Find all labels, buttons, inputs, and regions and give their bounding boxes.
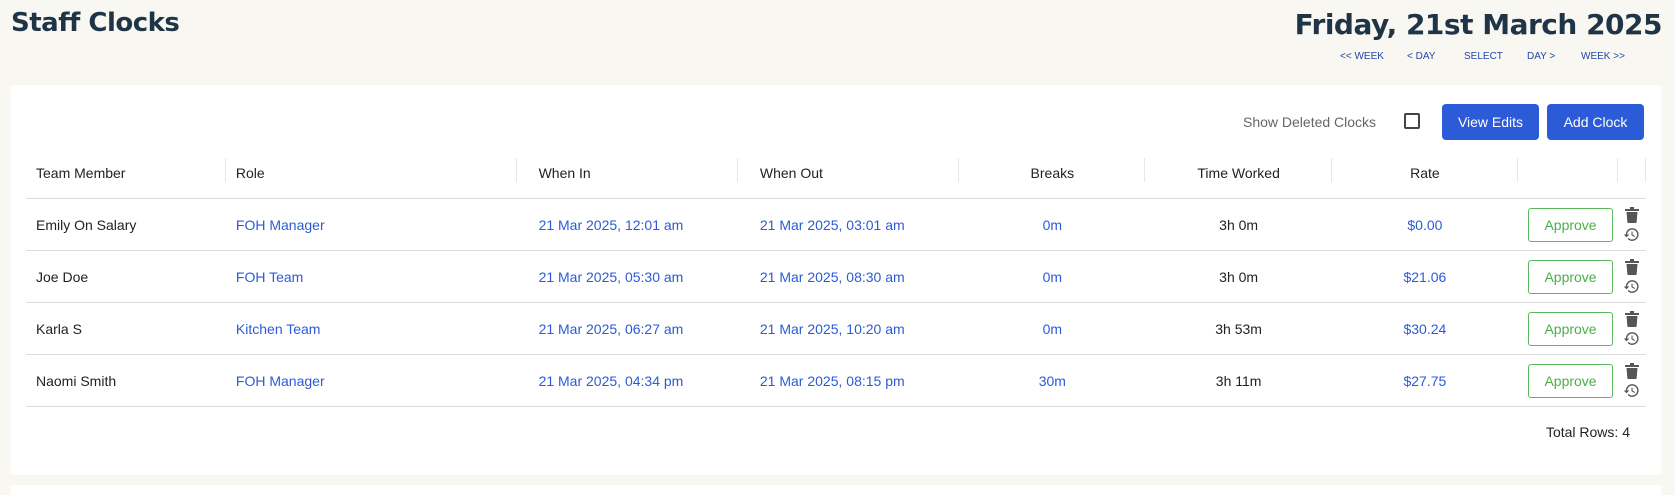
table-row: Emily On Salary FOH Manager 21 Mar 2025, 1… xyxy=(26,198,1646,251)
current-date: Friday, 21st March 2025 xyxy=(1294,8,1663,41)
approve-button[interactable]: Approve xyxy=(1528,207,1614,242)
cell-rate[interactable]: $27.75 xyxy=(1331,354,1519,407)
cell-breaks[interactable]: 0m xyxy=(959,198,1146,251)
column-rate[interactable]: Rate xyxy=(1331,148,1519,199)
prev-week-link[interactable]: << WEEK xyxy=(1340,51,1384,62)
cell-rate[interactable]: $30.24 xyxy=(1331,302,1519,355)
show-deleted-checkbox[interactable] xyxy=(1404,113,1420,129)
column-when-out[interactable]: When Out xyxy=(737,148,960,199)
trash-icon[interactable] xyxy=(1624,310,1639,327)
cell-when-out[interactable]: 21 Mar 2025, 08:30 am xyxy=(737,250,960,303)
cell-team-member: Naomi Smith xyxy=(26,354,226,407)
cell-team-member: Karla S xyxy=(26,302,226,355)
cell-approve: Approve xyxy=(1518,250,1618,303)
cell-approve: Approve xyxy=(1518,302,1618,355)
column-breaks[interactable]: Breaks xyxy=(959,148,1146,199)
column-time-worked[interactable]: Time Worked xyxy=(1145,148,1332,199)
cell-role[interactable]: Kitchen Team xyxy=(225,302,517,355)
table-header-row: Team Member Role When In When Out Breaks… xyxy=(26,148,1646,199)
table-row: Joe Doe FOH Team 21 Mar 2025, 05:30 am 21 M… xyxy=(26,250,1646,303)
cell-actions xyxy=(1617,250,1646,303)
cell-role[interactable]: FOH Manager xyxy=(225,198,517,251)
cell-time-worked: 3h 0m xyxy=(1145,198,1332,251)
prev-day-link[interactable]: < DAY xyxy=(1407,51,1435,62)
approve-button[interactable]: Approve xyxy=(1528,259,1614,294)
next-day-link[interactable]: DAY > xyxy=(1527,51,1555,62)
column-when-in[interactable]: When In xyxy=(516,148,738,199)
column-approve xyxy=(1518,148,1618,199)
trash-icon[interactable] xyxy=(1624,206,1639,223)
select-date-link[interactable]: SELECT xyxy=(1464,51,1503,62)
cell-breaks[interactable]: 30m xyxy=(959,354,1146,407)
cell-actions xyxy=(1617,354,1646,407)
cell-role[interactable]: FOH Manager xyxy=(225,354,517,407)
table-row: Naomi Smith FOH Manager 21 Mar 2025, 04:34… xyxy=(26,354,1646,407)
view-edits-button[interactable]: View Edits xyxy=(1442,104,1539,140)
next-panel-edge xyxy=(11,485,1661,495)
trash-icon[interactable] xyxy=(1624,258,1639,275)
date-navigation: << WEEK < DAY SELECT DAY > WEEK >> xyxy=(1340,51,1660,65)
show-deleted-label: Show Deleted Clocks xyxy=(1243,114,1377,130)
table-row: Karla S Kitchen Team 21 Mar 2025, 06:27 am… xyxy=(26,302,1646,355)
history-icon[interactable] xyxy=(1623,382,1640,399)
cell-when-out[interactable]: 21 Mar 2025, 08:15 pm xyxy=(737,354,960,407)
cell-time-worked: 3h 0m xyxy=(1145,250,1332,303)
cell-team-member: Joe Doe xyxy=(26,250,226,303)
column-team-member[interactable]: Team Member xyxy=(26,148,226,199)
column-role[interactable]: Role xyxy=(225,148,517,199)
total-rows: Total Rows: 4 xyxy=(1545,424,1630,440)
next-week-link[interactable]: WEEK >> xyxy=(1581,51,1625,62)
cell-team-member: Emily On Salary xyxy=(26,198,226,251)
history-icon[interactable] xyxy=(1623,226,1640,243)
cell-when-in[interactable]: 21 Mar 2025, 05:30 am xyxy=(516,250,738,303)
add-clock-button[interactable]: Add Clock xyxy=(1547,104,1644,140)
cell-rate[interactable]: $21.06 xyxy=(1331,250,1519,303)
cell-time-worked: 3h 11m xyxy=(1145,354,1332,407)
cell-breaks[interactable]: 0m xyxy=(959,250,1146,303)
history-icon[interactable] xyxy=(1623,330,1640,347)
approve-button[interactable]: Approve xyxy=(1528,311,1614,346)
history-icon[interactable] xyxy=(1623,278,1640,295)
cell-time-worked: 3h 53m xyxy=(1145,302,1332,355)
approve-button[interactable]: Approve xyxy=(1528,363,1614,398)
cell-approve: Approve xyxy=(1518,198,1618,251)
cell-role[interactable]: FOH Team xyxy=(225,250,517,303)
column-actions xyxy=(1617,148,1646,199)
page-title: Staff Clocks xyxy=(11,8,180,38)
cell-breaks[interactable]: 0m xyxy=(959,302,1146,355)
cell-rate[interactable]: $0.00 xyxy=(1331,198,1519,251)
trash-icon[interactable] xyxy=(1624,362,1639,379)
cell-when-out[interactable]: 21 Mar 2025, 10:20 am xyxy=(737,302,960,355)
cell-actions xyxy=(1617,302,1646,355)
cell-actions xyxy=(1617,198,1646,251)
cell-when-in[interactable]: 21 Mar 2025, 06:27 am xyxy=(516,302,738,355)
cell-when-in[interactable]: 21 Mar 2025, 12:01 am xyxy=(516,198,738,251)
cell-approve: Approve xyxy=(1518,354,1618,407)
cell-when-out[interactable]: 21 Mar 2025, 03:01 am xyxy=(737,198,960,251)
clocks-table: Team Member Role When In When Out Breaks… xyxy=(26,148,1646,407)
cell-when-in[interactable]: 21 Mar 2025, 04:34 pm xyxy=(516,354,738,407)
